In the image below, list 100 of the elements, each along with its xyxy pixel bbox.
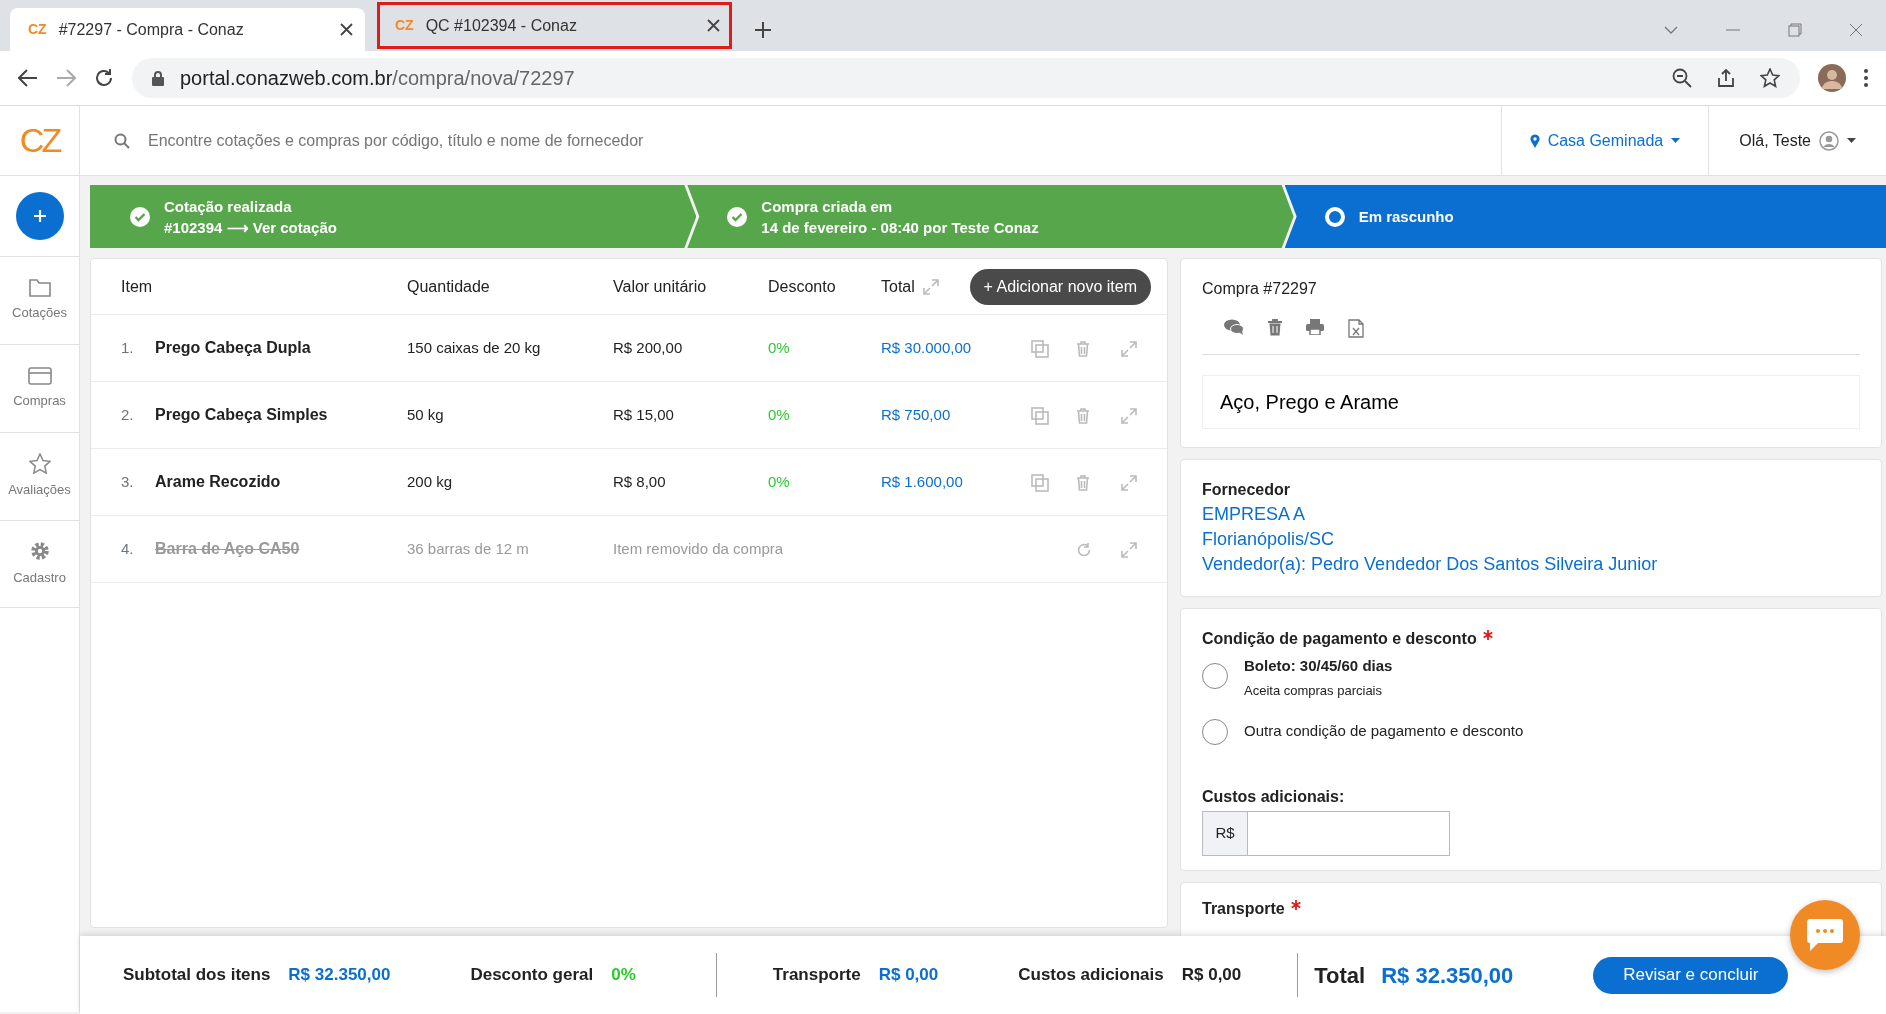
row-number: 3.: [121, 471, 135, 492]
discount-cell-text: 0%: [768, 337, 791, 358]
supplier-label: Fornecedor: [1202, 480, 1291, 500]
price-cell-text: R$ 200,00: [613, 337, 684, 358]
back-icon[interactable]: [18, 69, 38, 87]
supplier-link[interactable]: EMPRESA A: [1202, 502, 1860, 528]
radio-button[interactable]: [1202, 718, 1228, 745]
user-menu[interactable]: Olá, Teste: [1739, 128, 1811, 153]
column-header: Quantidade: [407, 277, 490, 295]
discount-cell-text: 0%: [768, 471, 791, 492]
copy-icon: [1031, 339, 1049, 358]
review-button[interactable]: Revisar e concluir: [1593, 956, 1789, 994]
extra-costs-label: Custos adicionais:: [1202, 786, 1346, 807]
summary-label: Subtotal dos itens: [123, 964, 271, 987]
summary-value: R$ 32.350,00: [288, 964, 391, 987]
sidebar-item[interactable]: Avaliações: [0, 432, 79, 520]
summary-label: Desconto geral: [470, 964, 594, 987]
star-icon: [28, 453, 51, 475]
order-title: Compra #72297: [1202, 279, 1318, 299]
column-header: Valor unitário: [613, 277, 707, 295]
quantity-cell-text: 200 kg: [407, 471, 454, 492]
zoom-out-icon[interactable]: [1672, 68, 1692, 88]
address-bar[interactable]: portal.conazweb.com.br/compra/nova/72297: [132, 58, 1800, 98]
total-value: R$ 32.350,00: [1381, 961, 1514, 990]
item-name: Prego Cabeça Simples: [155, 405, 329, 425]
search-icon: [114, 132, 130, 149]
sidebar-item[interactable]: Cadastro: [0, 520, 79, 608]
close-icon[interactable]: [340, 23, 353, 36]
pin-icon: [1529, 133, 1540, 148]
restore-icon[interactable]: [1788, 22, 1802, 37]
print-icon[interactable]: [1306, 319, 1324, 335]
option-label: Outra condição de pagamento e desconto: [1244, 721, 1524, 742]
expand-icon: [1121, 541, 1137, 558]
expand-icon: [922, 278, 939, 295]
location-dropdown[interactable]: Casa Geminada: [1547, 128, 1664, 153]
radio-dot-icon: [1324, 206, 1345, 227]
item-name: Prego Cabeça Dupla: [155, 338, 312, 358]
option-label: Boleto: 30/45/60 dias: [1244, 655, 1393, 676]
step-title: Compra criada em: [761, 196, 894, 217]
avatar-icon[interactable]: [1818, 64, 1846, 92]
user-icon: [1819, 130, 1839, 151]
column-header: Desconto: [768, 277, 836, 295]
quantity-cell-text: 50 kg: [407, 404, 445, 425]
check-icon: [130, 206, 150, 227]
order-name-field[interactable]: Aço, Prego e Arame: [1202, 375, 1860, 429]
forward-icon[interactable]: [56, 69, 76, 87]
column-header: Total: [881, 276, 915, 297]
discount-cell-text: 0%: [768, 404, 791, 425]
gear-icon: [28, 540, 51, 563]
summary-label: Transporte: [772, 964, 861, 987]
seller-link[interactable]: Vendedor(a): Pedro Vendedor Dos Santos Silveira Junior: [1202, 552, 1860, 578]
trash-icon: [1076, 407, 1090, 424]
item-name: Barra de Aço CA50: [155, 539, 301, 559]
chevron-icon[interactable]: [1664, 25, 1678, 34]
new-tab-icon[interactable]: [754, 21, 772, 39]
folder-icon: [28, 278, 51, 298]
total-cell[interactable]: R$ 1.600,00: [881, 470, 1031, 494]
comments-icon[interactable]: [1224, 319, 1244, 335]
trash-icon[interactable]: [1268, 319, 1282, 336]
copy-icon: [1031, 406, 1049, 425]
add-item-button[interactable]: + Adicionar novo item: [969, 268, 1151, 305]
payment-label: Condição de pagamento e desconto: [1202, 629, 1477, 647]
refresh-icon: [1076, 541, 1092, 558]
expand-icon: [1121, 340, 1137, 357]
caret-icon: [1671, 138, 1681, 143]
row-number: 4.: [121, 538, 135, 559]
share-icon[interactable]: [1716, 68, 1736, 88]
summary-value: 0%: [611, 964, 636, 987]
city-link[interactable]: Florianópolis/SC: [1202, 527, 1860, 553]
new-button[interactable]: [15, 192, 64, 240]
price-cell-text: R$ 8,00: [613, 471, 667, 492]
copy-icon: [1031, 473, 1049, 492]
removed-note: Item removido da compra: [613, 538, 785, 559]
quantity-cell-text: 36 barras de 12 m: [407, 538, 530, 559]
sidebar-item[interactable]: Compras: [0, 344, 79, 432]
option-note: Aceita compras parciais: [1244, 682, 1383, 701]
total-label: Total: [1314, 961, 1366, 990]
lock-icon: [152, 70, 164, 86]
star-icon[interactable]: [1760, 68, 1780, 88]
price-cell-text: R$ 15,00: [613, 404, 675, 425]
total-cell[interactable]: R$ 30.000,00: [881, 336, 1031, 360]
sidebar-item[interactable]: Cotações: [0, 256, 79, 344]
reload-icon[interactable]: [94, 68, 114, 88]
menu-icon[interactable]: [1864, 69, 1868, 87]
expand-icon: [1121, 474, 1137, 491]
view-quote-link[interactable]: ⟶ Ver cotação: [226, 218, 337, 236]
browser-tab[interactable]: CZ QC #102394 - Conaz: [377, 2, 732, 49]
extra-costs-field[interactable]: R$: [1202, 810, 1450, 856]
summary-label: Custos adicionais: [1018, 964, 1164, 987]
url-text: portal.conazweb.com.br/compra/nova/72297: [180, 66, 575, 91]
close-icon[interactable]: [707, 19, 720, 32]
radio-button[interactable]: [1202, 662, 1228, 689]
spreadsheet-icon[interactable]: [1348, 319, 1364, 338]
quantity-cell-text: 150 caixas de 20 kg: [407, 337, 542, 358]
total-cell[interactable]: R$ 750,00: [881, 403, 1031, 427]
summary-value: R$ 0,00: [1181, 964, 1242, 987]
browser-tab[interactable]: CZ #72297 - Compra - Conaz: [10, 8, 365, 51]
step-subtitle: 14 de fevereiro - 08:40 por Teste Conaz: [761, 218, 1039, 236]
column-header: Item: [121, 277, 153, 295]
card-icon: [27, 366, 52, 385]
